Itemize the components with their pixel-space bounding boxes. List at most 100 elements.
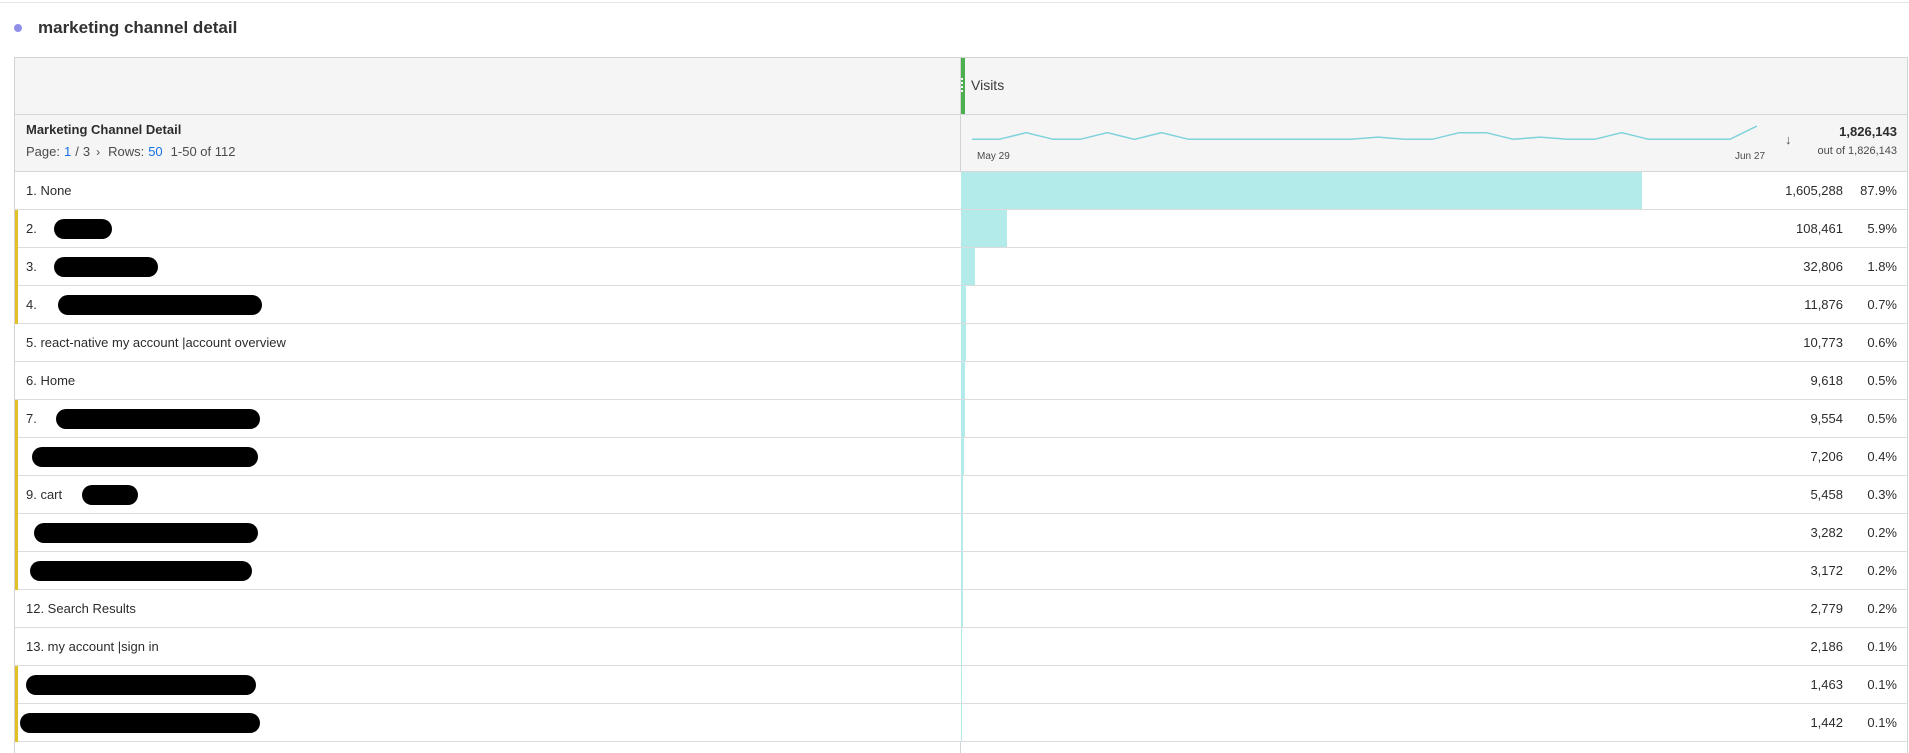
row-value: 9,554 xyxy=(1810,411,1843,426)
row-label[interactable]: 13. my account |sign in xyxy=(26,639,159,654)
value-bar xyxy=(961,210,1007,247)
row-value: 2,186 xyxy=(1810,639,1843,654)
sparkline-series xyxy=(972,125,1757,141)
row-percent: 0.3% xyxy=(1867,487,1897,502)
row-value: 3,282 xyxy=(1810,525,1843,540)
pagination-bar: Page: 1 / 3 › Rows: 50 1-50 of 112 xyxy=(26,144,235,159)
redaction-mark xyxy=(34,523,258,543)
row-percent: 0.1% xyxy=(1867,677,1897,692)
row-label[interactable]: 12. Search Results xyxy=(26,601,136,616)
row-selection-accent xyxy=(15,210,18,248)
row-percent: 87.9% xyxy=(1860,183,1897,198)
row-percent: 0.7% xyxy=(1867,297,1897,312)
row-value: 3,172 xyxy=(1810,563,1843,578)
value-bar xyxy=(961,476,963,513)
metric-total-denominator: out of 1,826,143 xyxy=(1817,145,1897,157)
dimension-column-header[interactable]: Marketing Channel Detail xyxy=(26,122,181,137)
row-selection-accent xyxy=(15,552,18,590)
row-selection-accent xyxy=(15,514,18,552)
value-bar xyxy=(961,666,962,703)
table-row[interactable]: 3,172 0.2% xyxy=(15,552,1907,590)
page-label: Page: xyxy=(26,144,60,159)
row-label[interactable]: 9. cart xyxy=(26,487,62,502)
table-row[interactable]: 7. 9,554 0.5% xyxy=(15,400,1907,438)
row-value: 5,458 xyxy=(1810,487,1843,502)
redaction-mark xyxy=(56,409,260,429)
sort-descending-icon[interactable]: ↓ xyxy=(1785,132,1792,147)
row-value: 2,779 xyxy=(1810,601,1843,616)
table-row[interactable]: 1,463 0.1% xyxy=(15,666,1907,704)
rows-per-page-selector[interactable]: 50 xyxy=(148,144,162,159)
value-bar xyxy=(961,172,1642,209)
table-row[interactable]: 6. Home 9,618 0.5% xyxy=(15,362,1907,400)
current-page-selector[interactable]: 1 xyxy=(64,144,71,159)
row-percent: 1.8% xyxy=(1867,259,1897,274)
row-percent: 5.9% xyxy=(1867,221,1897,236)
panel-title[interactable]: marketing channel detail xyxy=(38,18,237,38)
panel-header: marketing channel detail xyxy=(14,14,237,42)
table-row[interactable]: 5. react-native my account |account over… xyxy=(15,324,1907,362)
row-range: 1-50 of 112 xyxy=(170,144,236,159)
row-selection-accent xyxy=(15,666,18,704)
row-label[interactable]: 5. react-native my account |account over… xyxy=(26,335,286,350)
row-percent: 0.2% xyxy=(1867,563,1897,578)
row-selection-accent xyxy=(15,286,18,324)
row-percent: 0.1% xyxy=(1867,715,1897,730)
redaction-mark xyxy=(58,295,262,315)
row-label[interactable]: 6. Home xyxy=(26,373,75,388)
redaction-mark xyxy=(30,561,252,581)
panel-status-dot xyxy=(14,24,22,32)
row-label[interactable]: 4. xyxy=(26,297,37,312)
row-value: 32,806 xyxy=(1803,259,1843,274)
row-label[interactable]: 7. xyxy=(26,411,37,426)
value-bar xyxy=(961,324,966,361)
value-bar xyxy=(961,514,963,551)
redaction-mark xyxy=(20,713,260,733)
value-bar xyxy=(961,438,964,475)
rows-label: Rows: xyxy=(108,144,145,159)
next-page-icon[interactable]: › xyxy=(96,145,100,159)
table-row[interactable]: 1,442 0.1% xyxy=(15,704,1907,742)
table-row[interactable]: 13. my account |sign in 2,186 0.1% xyxy=(15,628,1907,666)
metric-total: 1,826,143 xyxy=(1839,124,1897,139)
freeform-table: Visits Marketing Channel Detail Page: 1 … xyxy=(14,57,1908,753)
row-value: 1,463 xyxy=(1810,677,1843,692)
table-row[interactable]: 9. cart 5,458 0.3% xyxy=(15,476,1907,514)
table-row[interactable]: 1. None 1,605,288 87.9% xyxy=(15,172,1907,210)
row-label[interactable]: 2. xyxy=(26,221,37,236)
top-divider xyxy=(0,2,1909,3)
table-row[interactable]: 12. Search Results 2,779 0.2% xyxy=(15,590,1907,628)
metric-column-header[interactable]: Visits xyxy=(971,77,1004,93)
redaction-mark xyxy=(54,257,158,277)
row-selection-accent xyxy=(15,476,18,514)
value-bar xyxy=(961,590,963,627)
row-percent: 0.4% xyxy=(1867,449,1897,464)
value-bar xyxy=(961,286,966,323)
row-percent: 0.5% xyxy=(1867,411,1897,426)
row-percent: 0.5% xyxy=(1867,373,1897,388)
row-selection-accent xyxy=(15,400,18,438)
table-row[interactable]: 3,282 0.2% xyxy=(15,514,1907,552)
table-row[interactable]: 3. 32,806 1.8% xyxy=(15,248,1907,286)
row-selection-accent xyxy=(15,438,18,476)
redaction-mark xyxy=(26,675,256,695)
row-selection-accent xyxy=(15,248,18,286)
table-row[interactable]: 4. 11,876 0.7% xyxy=(15,286,1907,324)
table-row[interactable]: 2. 108,461 5.9% xyxy=(15,210,1907,248)
row-percent: 0.2% xyxy=(1867,525,1897,540)
table-row[interactable]: 7,206 0.4% xyxy=(15,438,1907,476)
row-percent: 0.2% xyxy=(1867,601,1897,616)
table-body: 1. None 1,605,288 87.9% 2. 108,461 5.9% 3. 32,8… xyxy=(15,172,1907,742)
redaction-mark xyxy=(32,447,258,467)
row-value: 10,773 xyxy=(1803,335,1843,350)
row-label[interactable]: 3. xyxy=(26,259,37,274)
row-value: 1,605,288 xyxy=(1785,183,1843,198)
row-value: 11,876 xyxy=(1804,297,1843,312)
value-bar xyxy=(961,362,965,399)
row-value: 1,442 xyxy=(1810,715,1843,730)
sparkline-start-date: May 29 xyxy=(977,151,1010,162)
row-label[interactable]: 1. None xyxy=(26,183,72,198)
drag-grip-icon xyxy=(961,78,964,92)
redaction-mark xyxy=(54,219,112,239)
value-bar xyxy=(961,400,965,437)
